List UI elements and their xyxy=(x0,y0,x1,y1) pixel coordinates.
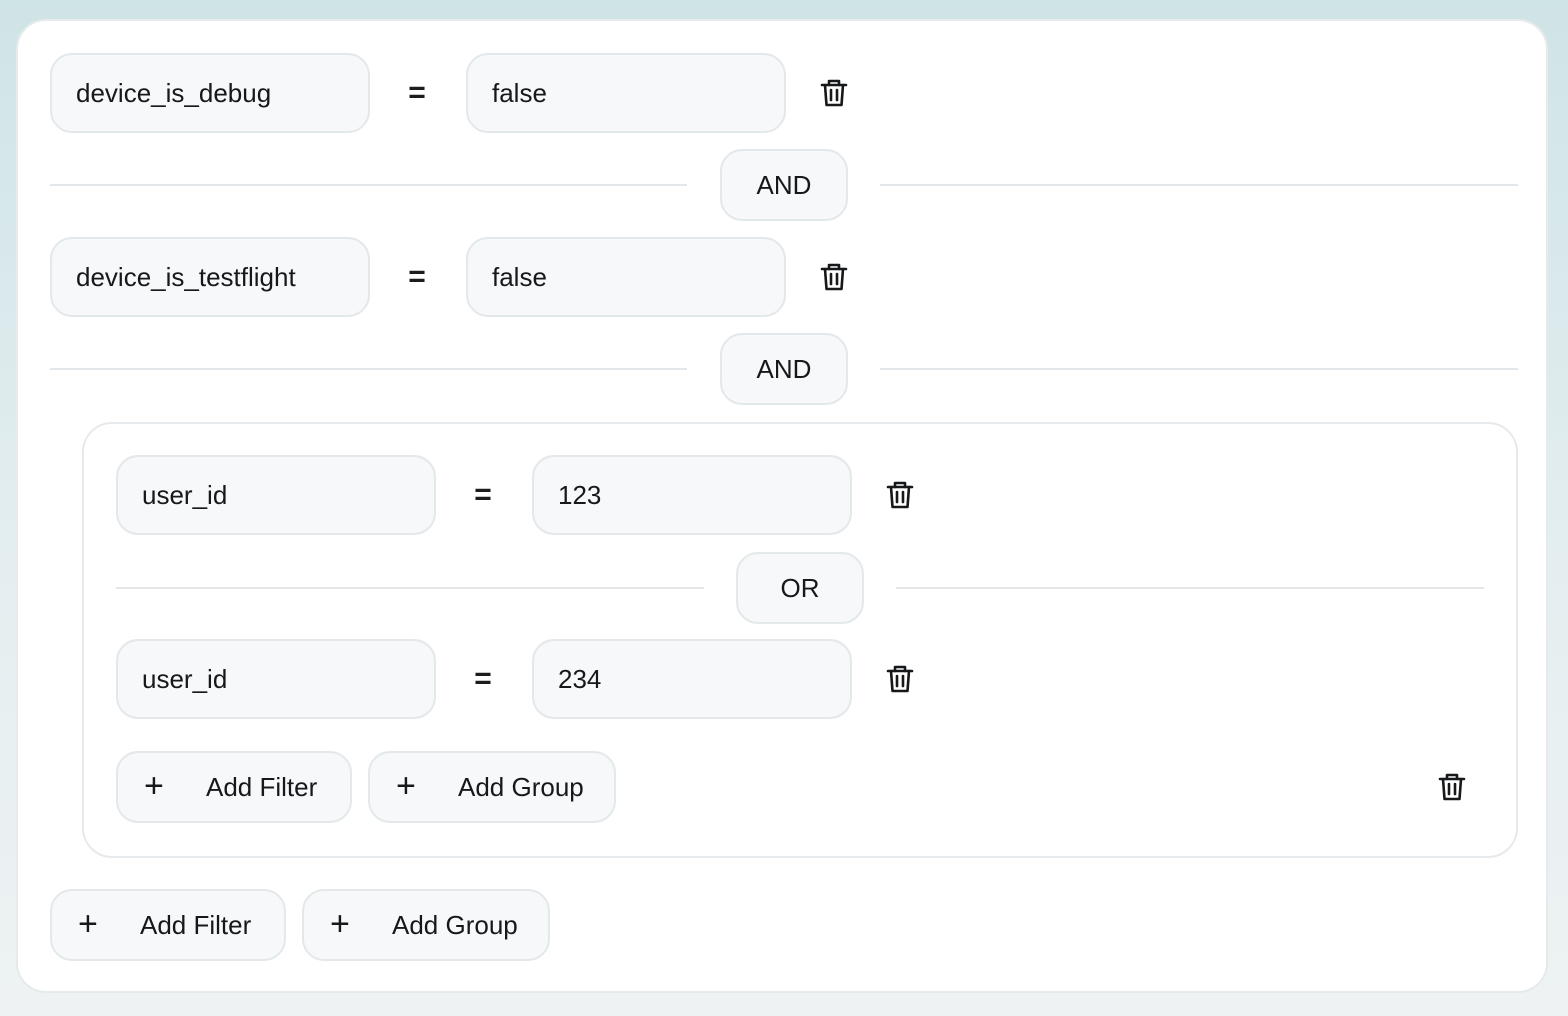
delete-filter-trash-icon[interactable] xyxy=(820,262,848,292)
delete-filter-trash-icon[interactable] xyxy=(886,480,914,510)
add-group-label: Add Group xyxy=(458,772,584,802)
add-group-button[interactable]: + Add Group xyxy=(302,889,550,961)
filter-value-input[interactable]: false xyxy=(466,237,786,317)
filter-value-input[interactable]: 123 xyxy=(532,455,852,535)
plus-icon: + xyxy=(330,905,350,943)
filter-group: user_id = 123 OR user_id = 234 + Add Fil… xyxy=(82,422,1518,858)
add-filter-label: Add Filter xyxy=(140,910,252,940)
group-add-filter-button[interactable]: + Add Filter xyxy=(116,751,352,823)
group-add-group-button[interactable]: + Add Group xyxy=(368,751,616,823)
filter-field-input[interactable]: device_is_testflight xyxy=(50,237,370,317)
operator-equals[interactable]: = xyxy=(463,639,503,719)
logic-connector-toggle[interactable]: OR xyxy=(736,552,864,624)
plus-icon: + xyxy=(78,905,98,943)
filter-field-input[interactable]: user_id xyxy=(116,455,436,535)
add-filter-button[interactable]: + Add Filter xyxy=(50,889,286,961)
logic-connector-toggle[interactable]: AND xyxy=(720,149,848,221)
filter-builder-card: device_is_debug = false AND device_is_te… xyxy=(16,19,1548,993)
delete-filter-trash-icon[interactable] xyxy=(886,664,914,694)
divider-line xyxy=(50,368,687,370)
divider-line xyxy=(50,184,687,186)
delete-group-trash-icon[interactable] xyxy=(1438,772,1466,802)
operator-equals[interactable]: = xyxy=(397,237,437,317)
divider-line xyxy=(880,368,1518,370)
operator-equals[interactable]: = xyxy=(397,53,437,133)
operator-equals[interactable]: = xyxy=(463,455,503,535)
add-filter-label: Add Filter xyxy=(206,772,318,802)
logic-connector-toggle[interactable]: AND xyxy=(720,333,848,405)
delete-filter-trash-icon[interactable] xyxy=(820,78,848,108)
filter-value-input[interactable]: false xyxy=(466,53,786,133)
add-group-label: Add Group xyxy=(392,910,518,940)
divider-line xyxy=(896,587,1484,589)
plus-icon: + xyxy=(396,767,416,805)
divider-line xyxy=(880,184,1518,186)
plus-icon: + xyxy=(144,767,164,805)
filter-field-input[interactable]: user_id xyxy=(116,639,436,719)
divider-line xyxy=(116,587,704,589)
filter-value-input[interactable]: 234 xyxy=(532,639,852,719)
filter-field-input[interactable]: device_is_debug xyxy=(50,53,370,133)
